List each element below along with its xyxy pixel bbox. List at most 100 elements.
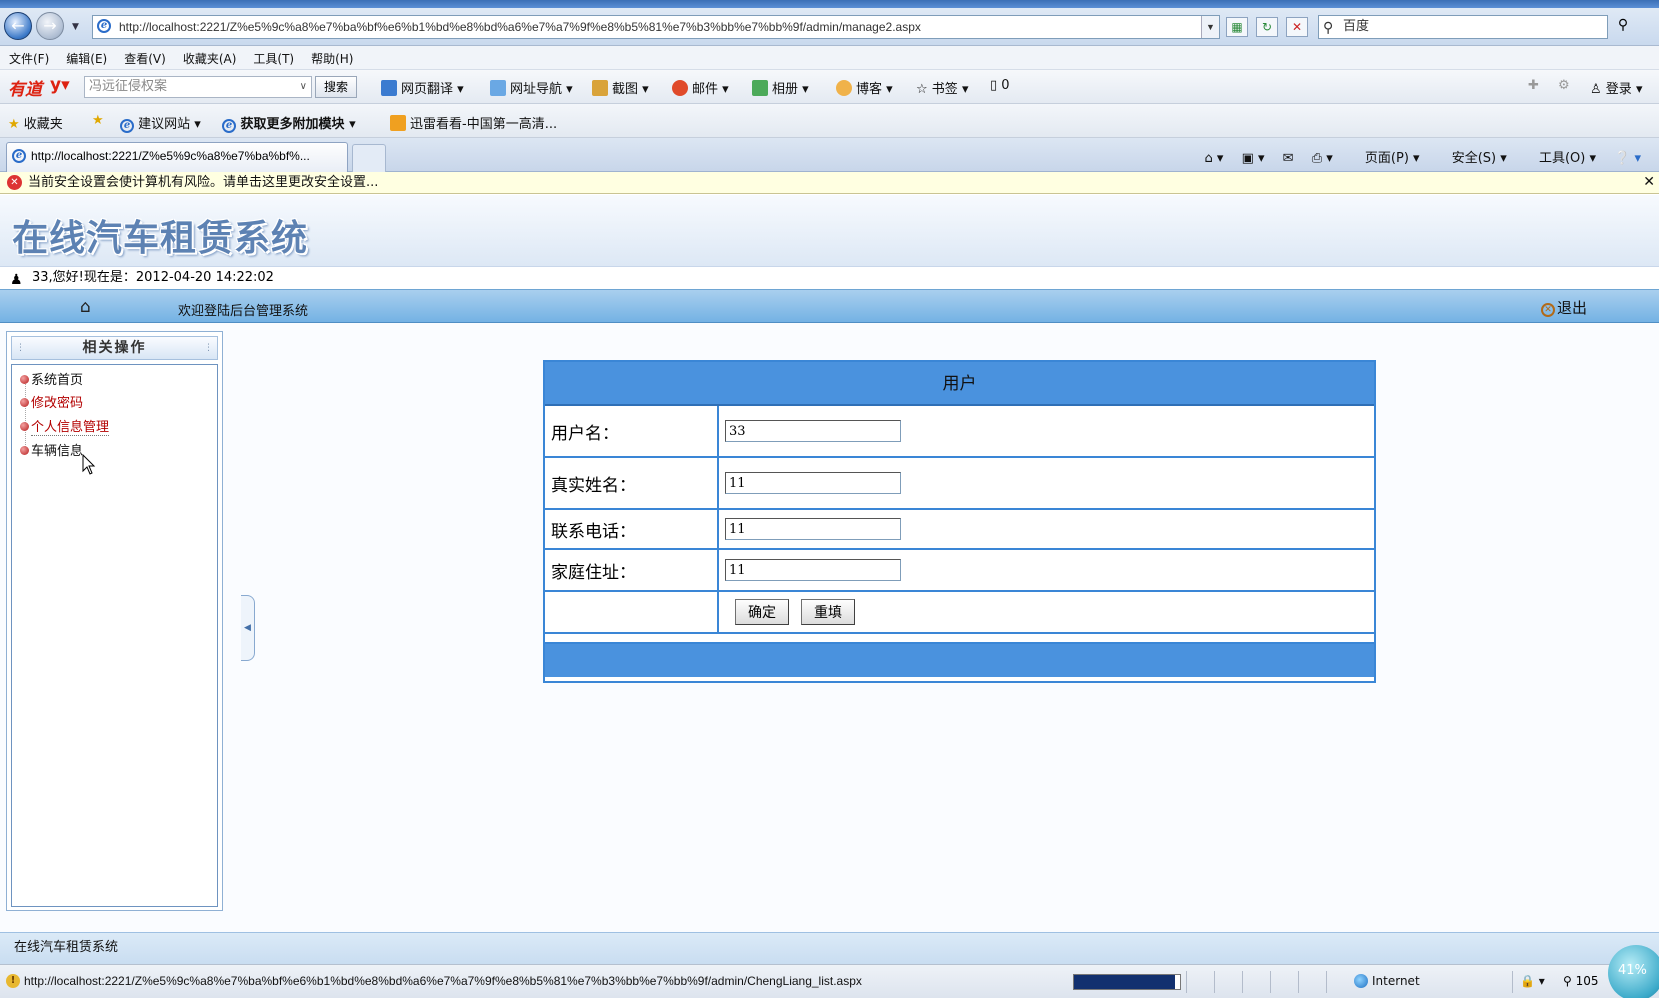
page-menu[interactable]: 页面(P) ▾ [1351,151,1420,166]
reset-button[interactable]: 重填 [801,599,855,625]
get-addons-button[interactable]: e 获取更多附加模块 ▾ [222,113,356,133]
new-tab-button[interactable] [352,144,386,172]
safety-menu-label: 安全(S) [1451,151,1497,166]
history-dropdown-icon[interactable]: ▼ [72,22,79,32]
print-icon[interactable]: ⎙ ▾ [1312,151,1333,166]
add-icon[interactable]: ✚ [1528,78,1539,93]
sidebar-title: 相关操作 [82,340,147,356]
greeting-text: 33,您好!现在是：2012-04-20 14:22:02 [32,270,274,285]
home-icon[interactable]: ⌂ ▾ [1205,151,1224,166]
menu-file[interactable]: 文件(F) [0,46,57,67]
security-zone[interactable]: Internet [1354,974,1420,988]
album-button[interactable]: 相册 ▾ [752,78,809,97]
protected-mode-icon[interactable]: 🔒 ▾ [1520,974,1545,988]
tools-menu[interactable]: 工具(O) ▾ [1525,151,1596,166]
security-info-bar[interactable]: ✕ 当前安全设置会使计算机有风险。请单击这里更改安全设置... ✕ [0,172,1659,194]
feeds-icon[interactable]: ▣ ▾ [1242,151,1265,166]
star-icon: ☆ [916,82,928,97]
form-row-username: 用户名： [545,406,1374,458]
form-row-realname: 真实姓名： [545,458,1374,510]
search-icon: ⚲ [1323,20,1334,36]
address-field[interactable] [725,559,901,581]
sidebar-item-home[interactable]: 系统首页 [20,369,83,388]
stop-icon[interactable]: ✕ [1286,17,1308,37]
user-icon: ♙ [1590,82,1602,97]
youdao-y-icon[interactable]: y▾ [50,75,82,97]
close-infobar-icon[interactable]: ✕ [1643,172,1655,193]
network-speed-badge[interactable]: 41% [1608,945,1659,998]
globe-icon [1354,974,1368,988]
screenshot-icon [592,80,608,96]
home-link-icon[interactable]: ⌂ [80,297,91,317]
favorites-bar: ★ 收藏夹 ★ e 建议网站 ▾ e 获取更多附加模块 ▾ 迅雷看看-中国第一高… [0,104,1659,138]
screenshot-label: 截图 [612,82,639,97]
toolbar-search-input[interactable]: 冯远征侵权案 ∨ [84,76,312,98]
status-separator [1326,971,1348,993]
back-button[interactable]: ← [4,12,32,40]
counter[interactable]: ▯ 0 [990,78,1010,93]
tab-title: http://localhost:2221/Z%e5%9c%a8%e7%ba%b… [31,149,310,163]
logout-label: 退出 [1556,299,1587,317]
bookmark-button[interactable]: ☆ 书签 ▾ [916,78,968,97]
toolbar-search-dropdown-icon[interactable]: ∨ [300,77,307,97]
tab-ie-icon: e [12,149,26,163]
sidebar-item-change-password[interactable]: 修改密码 [20,392,83,411]
username-field[interactable] [725,420,901,442]
youdao-logo[interactable]: 有道 [8,75,42,100]
xunlei-link[interactable]: 迅雷看看-中国第一高清... [390,113,557,132]
favorites-button[interactable]: ★ 收藏夹 [8,113,63,132]
status-url: http://localhost:2221/Z%e5%9c%a8%e7%ba%b… [24,974,862,988]
login-button[interactable]: ♙ 登录 ▾ [1590,78,1642,97]
blog-button[interactable]: 博客 ▾ [836,78,893,97]
settings-gear-icon[interactable]: ⚙ [1558,78,1570,93]
menu-favorites[interactable]: 收藏夹(A) [174,46,245,67]
form-footer [545,644,1374,677]
menu-tools[interactable]: 工具(T) [244,46,302,67]
url-field[interactable]: e http://localhost:2221/Z%e5%9c%a8%e7%ba… [92,15,1220,39]
read-mail-icon[interactable]: ✉ [1283,151,1294,166]
suggested-sites-button[interactable]: e 建议网站 ▾ [120,113,201,133]
realname-field[interactable] [725,472,901,494]
welcome-text: 欢迎登陆后台管理系统 [178,304,309,319]
blog-label: 博客 [856,82,883,97]
phone-field[interactable] [725,518,901,540]
zoom-control[interactable]: ⚲ 105 [1563,974,1599,988]
tab-current[interactable]: e http://localhost:2221/Z%e5%9c%a8%e7%ba… [6,142,348,172]
add-favorite-icon[interactable]: ★ [92,113,104,128]
url-dropdown-icon[interactable]: ▼ [1201,16,1219,38]
favorites-star-icon: ★ [8,117,20,132]
menu-view[interactable]: 查看(V) [115,46,174,67]
nav-button[interactable]: 网址导航 ▾ [490,78,573,97]
compatibility-view-icon[interactable]: ▦ [1226,17,1248,37]
forward-button[interactable]: → [36,12,64,40]
sidebar-collapse-handle[interactable]: ◀ [241,595,255,661]
sidebar-item-vehicles[interactable]: 车辆信息 [20,440,83,459]
safety-menu[interactable]: 安全(S) ▾ [1438,151,1507,166]
toolbar-search-button[interactable]: 搜索 [315,76,357,98]
status-separator [1298,971,1320,993]
security-warning-icon: ✕ [7,175,22,190]
xunlei-label: 迅雷看看-中国第一高清... [410,117,558,132]
submit-button[interactable]: 确定 [735,599,789,625]
url-text: http://localhost:2221/Z%e5%9c%a8%e7%ba%b… [119,20,921,34]
search-placeholder: 百度 [1343,19,1370,34]
refresh-icon[interactable]: ↻ [1256,17,1278,37]
mail-button[interactable]: 邮件 ▾ [672,78,729,97]
logout-button[interactable]: ✕ 退出 [1540,297,1587,318]
menu-help[interactable]: 帮助(H) [302,46,361,67]
logout-icon: ✕ [1540,303,1555,317]
status-warning-icon: ! [6,974,20,988]
tab-row: e http://localhost:2221/Z%e5%9c%a8%e7%ba… [0,138,1659,172]
bullet-icon [20,398,29,407]
sidebar-item-label: 修改密码 [31,396,84,411]
search-go-icon[interactable]: ⚲ [1612,17,1634,37]
search-field[interactable]: ⚲ 百度 [1318,15,1608,39]
translate-button[interactable]: 网页翻译 ▾ [381,78,464,97]
page-header: 在线汽车租赁系统 [0,195,1659,267]
help-icon[interactable]: ❔ ▾ [1614,151,1641,166]
sidebar-item-profile[interactable]: 个人信息管理 [20,416,110,436]
screenshot-button[interactable]: 截图 ▾ [592,78,649,97]
status-bar: ! http://localhost:2221/Z%e5%9c%a8%e7%ba… [0,964,1659,998]
get-addons-label: 获取更多附加模块 [240,117,345,132]
menu-edit[interactable]: 编辑(E) [57,46,115,67]
